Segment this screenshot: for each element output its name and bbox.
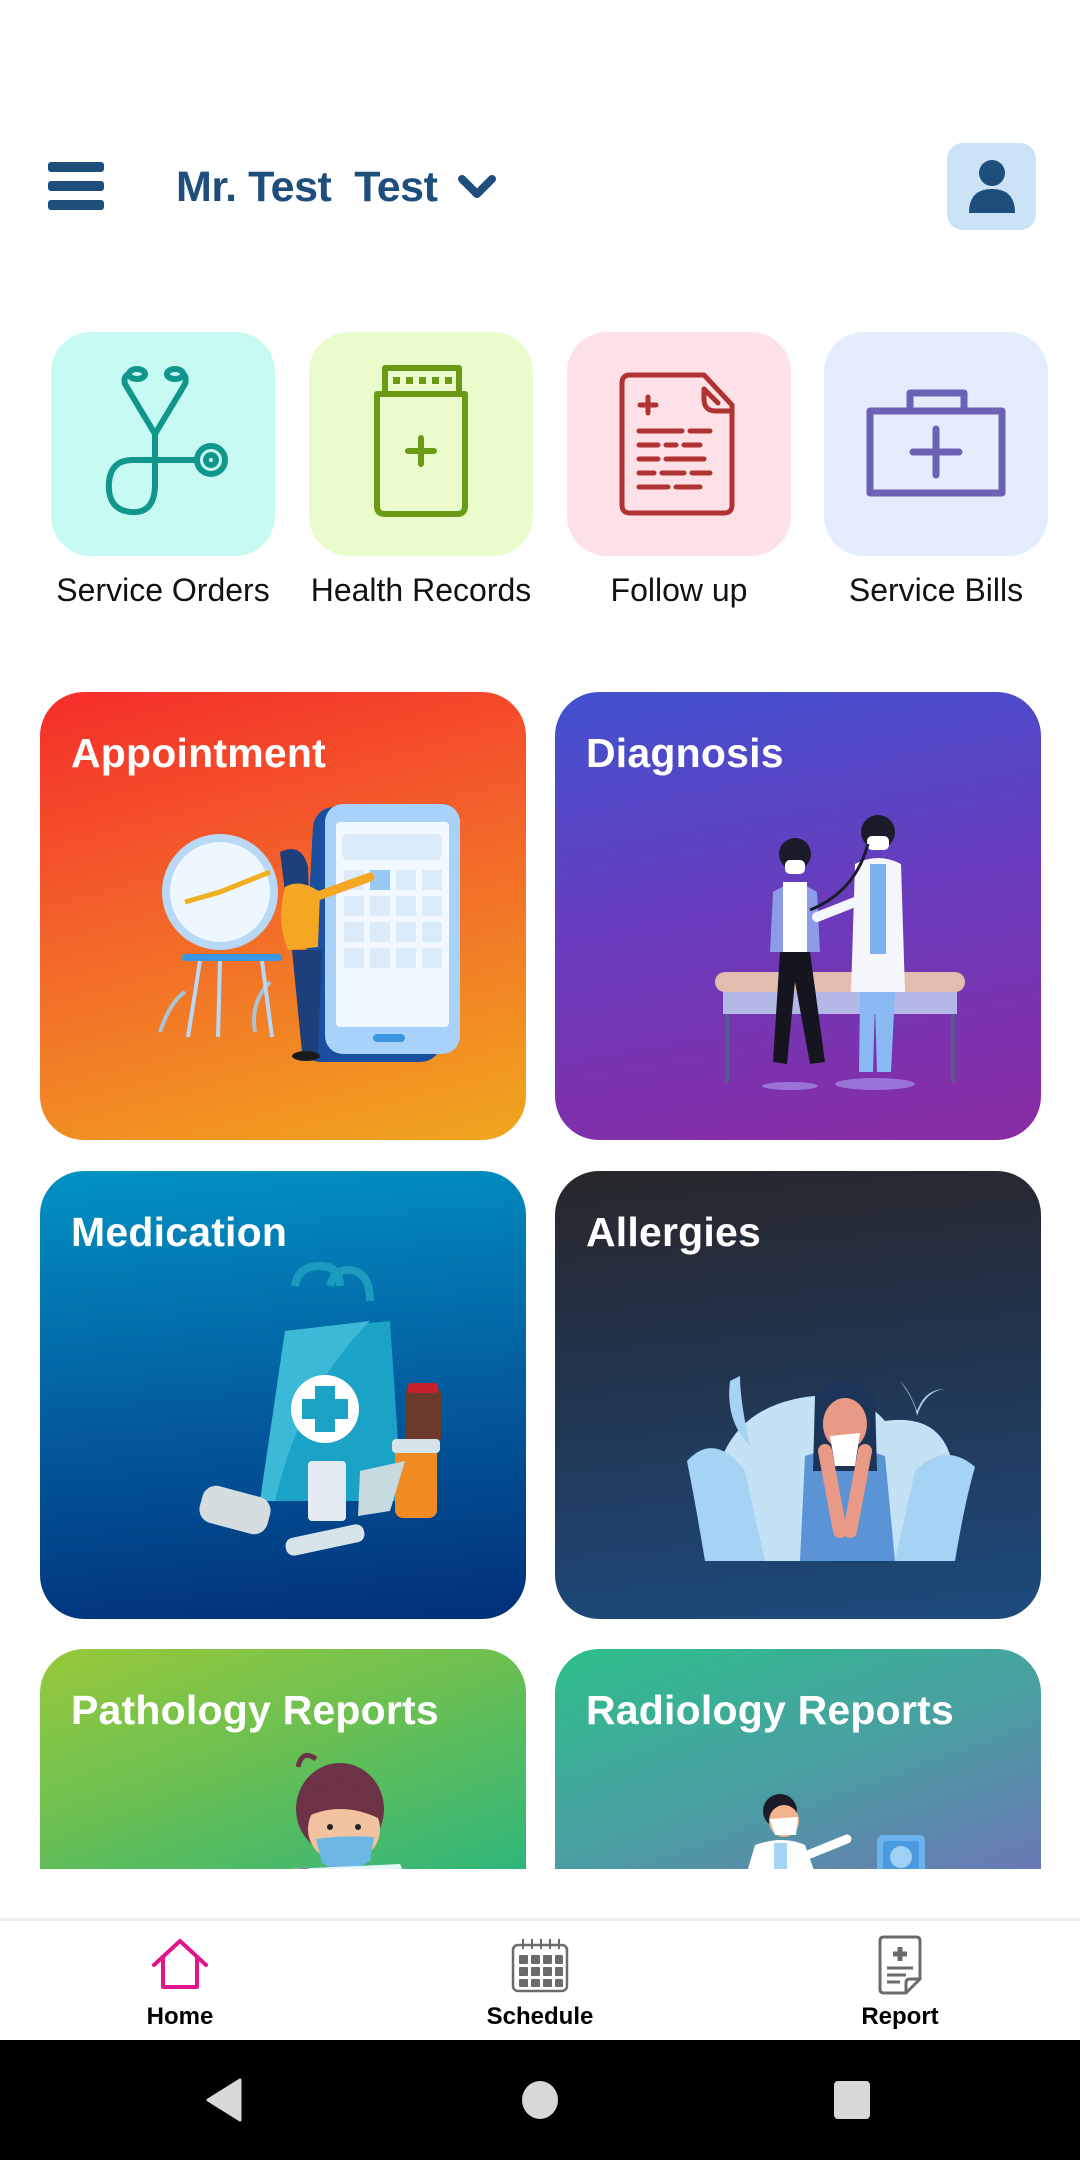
first-aid-kit-icon: [866, 389, 1006, 497]
system-navigation-bar: [0, 2040, 1080, 2160]
radiologist-illustration: [747, 1794, 925, 1869]
tile-label: Service Bills: [848, 572, 1024, 608]
home-circle-icon[interactable]: [520, 2076, 568, 2124]
menu-line: [48, 162, 104, 172]
medical-document-icon: [619, 372, 735, 516]
lab-doctor-illustration: [290, 1752, 403, 1869]
card-title: Medication: [71, 1209, 288, 1255]
hamburger-menu-icon[interactable]: [46, 158, 106, 214]
nav-report[interactable]: Report: [800, 1921, 1000, 2043]
nav-label: Report: [861, 2003, 939, 2030]
profile-button[interactable]: [947, 143, 1036, 230]
nav-home[interactable]: Home: [80, 1921, 280, 2043]
nav-label: Home: [146, 2003, 214, 2030]
tile-background: [51, 332, 275, 556]
card-title: Radiology Reports: [586, 1687, 954, 1733]
quick-actions-row: Service Orders Health Records Follow up …: [0, 332, 1080, 632]
recents-icon[interactable]: [832, 2076, 880, 2124]
menu-line: [48, 181, 104, 191]
tile-label: Health Records: [310, 572, 532, 608]
user-profile-selector[interactable]: Mr. Test Test: [176, 160, 497, 214]
tile-background: [309, 332, 533, 556]
card-pathology-reports[interactable]: Pathology Reports: [40, 1649, 526, 1869]
tile-background: [824, 332, 1048, 556]
card-allergies[interactable]: Allergies: [555, 1171, 1041, 1619]
tile-background: [567, 332, 791, 556]
home-icon: [150, 1935, 210, 1995]
nav-schedule[interactable]: Schedule: [440, 1921, 640, 2043]
tile-label: Follow up: [610, 572, 748, 608]
menu-line: [48, 200, 104, 210]
medicine-jar-icon: [374, 365, 468, 517]
app-header: Mr. Test Test: [0, 0, 1080, 270]
card-title: Appointment: [71, 730, 326, 776]
card-medication[interactable]: Medication: [40, 1171, 526, 1619]
card-title: Diagnosis: [586, 730, 784, 776]
quick-action-service-bills[interactable]: Service Bills: [824, 332, 1048, 608]
user-icon: [968, 159, 1015, 213]
calendar-icon: [510, 1935, 570, 1995]
back-icon[interactable]: [204, 2076, 252, 2124]
card-title: Allergies: [586, 1209, 761, 1255]
user-name: Mr. Test Test: [176, 162, 438, 211]
card-title: Pathology Reports: [71, 1687, 439, 1733]
card-diagnosis[interactable]: Diagnosis: [555, 692, 1041, 1140]
quick-action-follow-up[interactable]: Follow up: [567, 332, 791, 608]
medical-report-icon: [870, 1935, 930, 1995]
chevron-down-icon: [457, 173, 497, 201]
nav-label: Schedule: [486, 2003, 594, 2030]
bottom-navigation: Home Schedule Report: [0, 1918, 1080, 2040]
tile-label: Service Orders: [56, 572, 270, 608]
stethoscope-icon: [105, 366, 228, 516]
card-radiology-reports[interactable]: Radiology Reports: [555, 1649, 1041, 1869]
quick-action-service-orders[interactable]: Service Orders: [51, 332, 275, 608]
card-appointment[interactable]: Appointment: [40, 692, 526, 1140]
quick-action-health-records[interactable]: Health Records: [309, 332, 533, 608]
